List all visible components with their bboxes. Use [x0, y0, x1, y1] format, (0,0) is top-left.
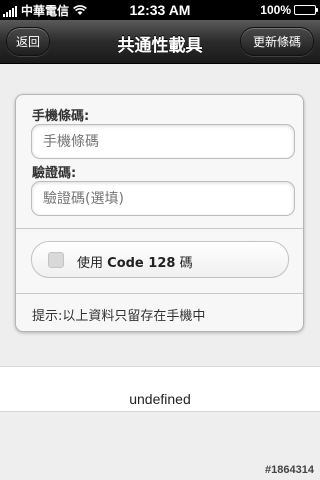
divider [16, 293, 303, 294]
code128-label-suffix: 碼 [179, 256, 193, 271]
checkbox-icon[interactable] [48, 252, 64, 268]
privacy-hint: 提示:以上資料只留存在手機中 [32, 309, 206, 324]
verify-code-label: 驗證碼: [32, 166, 77, 181]
barcode-result-area: undefined [0, 366, 320, 412]
code128-toggle[interactable]: 使用 Code 128 碼 [31, 241, 289, 278]
status-bar: 中華電信 12:33 AM 100% [0, 0, 320, 20]
phone-barcode-input[interactable] [31, 124, 295, 159]
phone-barcode-label: 手機條碼: [32, 109, 90, 124]
barcode-result-text: undefined [129, 391, 191, 407]
status-right: 100% [260, 3, 318, 17]
battery-percent: 100% [260, 3, 291, 17]
code128-label-prefix: 使用 [77, 256, 104, 271]
code128-label-bold: Code 128 [107, 256, 176, 271]
divider [16, 228, 303, 229]
code128-label: 使用 Code 128 碼 [77, 252, 193, 271]
carrier-form-card: 手機條碼: 驗證碼: 使用 Code 128 碼 提示:以上資料只留存在手機中 [15, 94, 304, 332]
navigation-bar: 返回 共通性載具 更新條碼 [0, 20, 320, 64]
battery-icon [294, 5, 318, 15]
watermark: #1864314 [265, 464, 314, 476]
verify-code-input[interactable] [31, 181, 295, 216]
refresh-barcode-button[interactable]: 更新條碼 [240, 27, 314, 56]
